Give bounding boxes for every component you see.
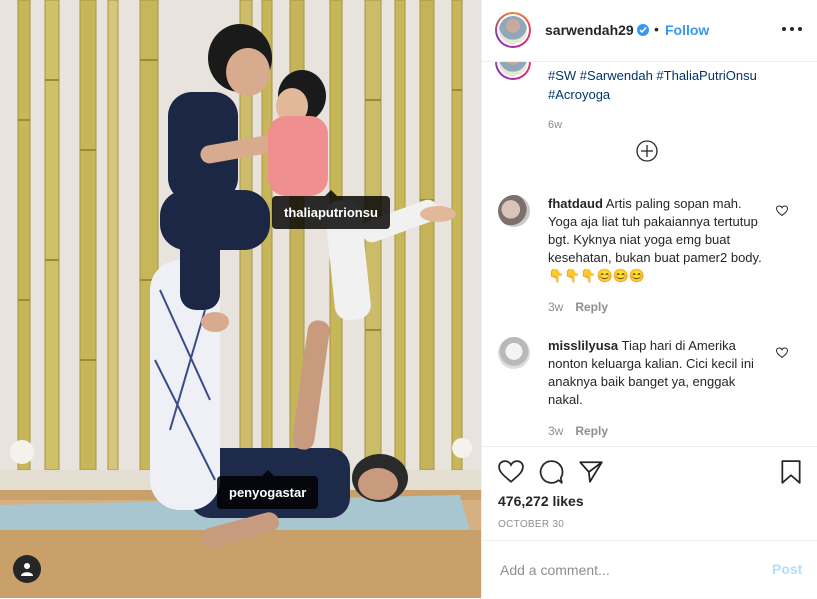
comment-text: misslilyusa Tiap hari di Amerika nonton … (548, 337, 768, 409)
add-comment-section: Post (482, 540, 817, 599)
hashtag-link[interactable]: #ThaliaPutriOnsu (656, 68, 756, 83)
comment-meta: 3w Reply (548, 424, 608, 438)
reply-button[interactable]: Reply (575, 300, 608, 314)
follow-button[interactable]: Follow (665, 22, 709, 38)
user-tag-icon[interactable] (13, 555, 41, 583)
reply-button[interactable]: Reply (575, 424, 608, 438)
avatar[interactable] (498, 337, 530, 369)
photo-user-tag[interactable]: thaliaputrionsu (272, 190, 390, 229)
post-actions: 476,272 likes OCTOBER 30 (482, 446, 817, 541)
comment-input[interactable] (498, 559, 742, 581)
post-header: sarwendah29 • Follow (482, 0, 817, 62)
post-author-username[interactable]: sarwendah29 (545, 22, 634, 38)
post-comment-button[interactable]: Post (772, 561, 802, 577)
heart-icon[interactable] (775, 204, 789, 217)
avatar[interactable] (498, 195, 530, 227)
post-date[interactable]: OCTOBER 30 (498, 519, 564, 530)
comment-timestamp[interactable]: 3w (548, 424, 563, 438)
caption-timestamp[interactable]: 6w (548, 119, 562, 131)
post-side-panel: sarwendah29 • Follow #SW #Sarwendah #Tha… (481, 0, 817, 598)
load-more-comments-icon[interactable] (636, 140, 658, 162)
comment-icon[interactable] (538, 459, 564, 485)
hashtag-link[interactable]: #Acroyoga (548, 87, 610, 102)
verified-badge-icon (637, 24, 649, 36)
comment-username[interactable]: fhatdaud (548, 196, 603, 211)
hashtag-link[interactable]: #Sarwendah (580, 68, 653, 83)
share-icon[interactable] (578, 459, 604, 485)
post-photo[interactable]: thaliaputrionsu penyogastar (0, 0, 481, 598)
avatar[interactable] (495, 12, 531, 48)
avatar[interactable] (495, 62, 531, 80)
comment-text: fhatdaud Artis paling sopan mah. Yoga aj… (548, 195, 768, 285)
more-options-icon[interactable] (782, 27, 802, 33)
like-count[interactable]: 476,272 likes (498, 493, 584, 509)
photo-user-tag[interactable]: penyogastar (217, 470, 319, 509)
bookmark-icon[interactable] (778, 459, 804, 485)
heart-icon[interactable] (775, 346, 789, 359)
instagram-post: thaliaputrionsu penyogastar sarwendah29 … (0, 0, 817, 598)
post-caption: #SW #Sarwendah #ThaliaPutriOnsu #Acroyog… (548, 66, 798, 104)
hashtag-link[interactable]: #SW (548, 68, 576, 83)
comment-timestamp[interactable]: 3w (548, 300, 563, 314)
comment-username[interactable]: misslilyusa (548, 338, 618, 353)
comment-meta: 3w Reply (548, 300, 608, 314)
heart-icon[interactable] (498, 459, 524, 485)
separator-dot: • (654, 21, 659, 37)
comments-list[interactable]: #SW #Sarwendah #ThaliaPutriOnsu #Acroyog… (482, 62, 817, 446)
